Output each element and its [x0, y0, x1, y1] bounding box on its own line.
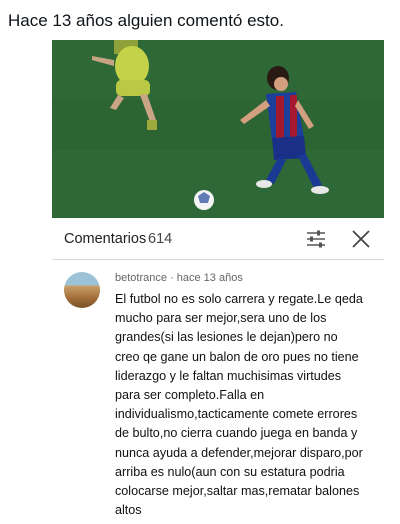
comment-author[interactable]: betotrance — [115, 272, 167, 284]
football — [194, 190, 214, 210]
comment-text: El futbol no es solo carrera y regate.Le… — [115, 292, 363, 518]
filter-sliders-icon[interactable] — [306, 230, 326, 248]
tweet-caption: Hace 13 años alguien comentó esto. — [8, 11, 284, 30]
comments-count: 614 — [148, 231, 173, 247]
video-frame — [52, 40, 384, 218]
comments-title: Comentarios — [64, 231, 147, 247]
comment-time: hace 13 años — [176, 272, 243, 284]
close-icon[interactable] — [351, 229, 371, 249]
meta-separator: · — [166, 272, 177, 284]
video-player[interactable] — [52, 40, 384, 218]
screenshot-card: Comentarios 614 betotrance · hace 13 año… — [52, 40, 384, 524]
comments-header: Comentarios 614 — [52, 218, 384, 260]
avatar[interactable] — [64, 272, 100, 308]
comment-meta: betotrance · hace 13 años — [115, 272, 243, 284]
